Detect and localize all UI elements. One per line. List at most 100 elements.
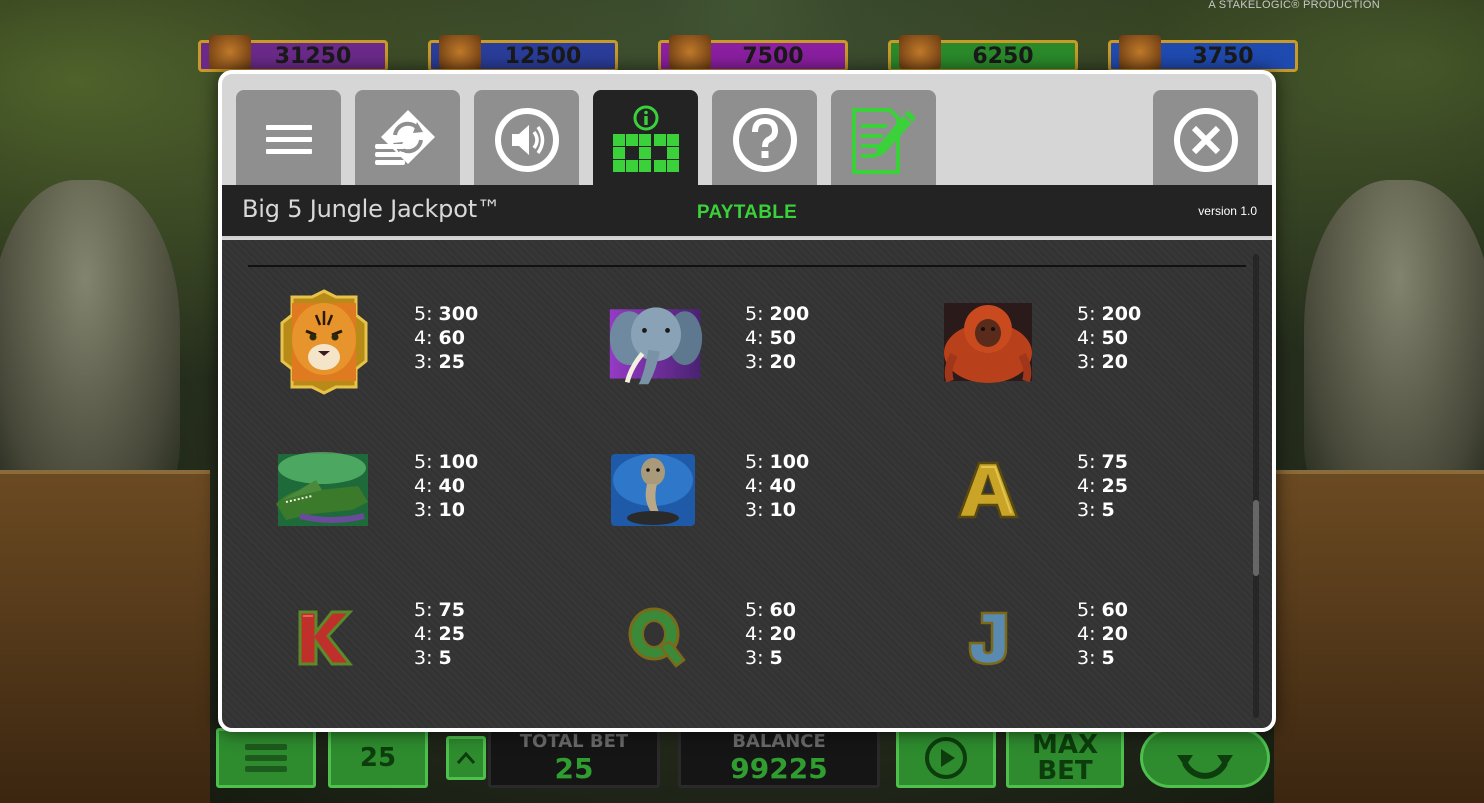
- jackpot-bar-3: 7500: [658, 35, 848, 72]
- autoplay-button[interactable]: [896, 728, 996, 788]
- payout-value: 5: [769, 647, 783, 669]
- payout-count: 3:: [1077, 351, 1096, 373]
- payout-line: 4: 50: [745, 326, 875, 350]
- payout-count: 5:: [745, 599, 764, 621]
- payout-line: 3: 5: [1077, 646, 1207, 670]
- q-letter-symbol-icon: [628, 607, 686, 668]
- payout-line: 5: 100: [414, 450, 544, 474]
- payout-line: 3: 10: [414, 498, 544, 522]
- k-symbol: [274, 588, 374, 688]
- history-icon: [851, 107, 916, 174]
- bet-up-button[interactable]: [446, 736, 486, 780]
- total-bet-display: TOTAL BET 25: [488, 728, 660, 788]
- spin-button[interactable]: [1140, 728, 1270, 788]
- tab-menu[interactable]: [236, 90, 341, 189]
- balance-value: 99225: [730, 752, 828, 785]
- chevron-up-icon: [456, 751, 476, 764]
- tab-autoplay[interactable]: [355, 90, 460, 189]
- payout-line: 5: 200: [745, 302, 875, 326]
- payout-value: 20: [769, 623, 796, 645]
- payout-count: 5:: [1077, 451, 1096, 473]
- lines-button[interactable]: 25: [328, 728, 428, 788]
- payout-value: 300: [438, 303, 479, 325]
- tiger-symbol: [274, 289, 374, 395]
- a-payouts: 5: 75 4: 25 3: 5: [1077, 450, 1207, 522]
- payout-count: 5:: [1077, 303, 1096, 325]
- payout-value: 20: [769, 351, 796, 373]
- payout-line: 5: 60: [1077, 598, 1207, 622]
- payout-count: 4:: [1077, 623, 1096, 645]
- left-pillar: [0, 470, 210, 803]
- q-symbol: [606, 588, 706, 688]
- scrollbar-thumb[interactable]: [1253, 500, 1259, 576]
- payout-count: 5:: [745, 303, 764, 325]
- j-payouts: 5: 60 4: 20 3: 5: [1077, 598, 1207, 670]
- jackpot-bar-1: 31250: [198, 35, 388, 72]
- payout-count: 4:: [745, 327, 764, 349]
- balance-label: BALANCE: [732, 731, 826, 752]
- close-button[interactable]: [1153, 90, 1258, 189]
- a-letter-symbol-icon: [957, 461, 1019, 519]
- tab-paytable[interactable]: [593, 90, 698, 189]
- payout-line: 3: 5: [414, 646, 544, 670]
- q-payouts: 5: 60 4: 20 3: 5: [745, 598, 875, 670]
- scrollbar-track[interactable]: [1253, 254, 1259, 718]
- j-letter-symbol-icon: [968, 611, 1008, 666]
- payout-value: 40: [769, 475, 796, 497]
- lines-value: 25: [359, 743, 397, 773]
- studio-credit: A STAKELOGIC® PRODUCTION: [1208, 0, 1380, 11]
- play-icon: [925, 737, 967, 779]
- tab-history[interactable]: [831, 90, 936, 189]
- payout-count: 3:: [1077, 647, 1096, 669]
- max-bet-button[interactable]: MAX BET: [1006, 728, 1124, 788]
- game-menu-button[interactable]: [216, 728, 316, 788]
- payout-count: 3:: [745, 647, 764, 669]
- payout-count: 5:: [1077, 599, 1096, 621]
- autoplay-icon: [374, 109, 435, 165]
- total-bet-label: TOTAL BET: [519, 731, 629, 752]
- payout-line: 5: 200: [1077, 302, 1207, 326]
- payout-line: 4: 60: [414, 326, 544, 350]
- jackpot-bar-2: 12500: [428, 35, 618, 72]
- payout-value: 100: [438, 451, 479, 473]
- payout-value: 5: [438, 647, 452, 669]
- left-statue: [0, 180, 180, 510]
- help-icon: [732, 107, 797, 172]
- sound-icon: [494, 107, 559, 172]
- payout-count: 4:: [745, 475, 764, 497]
- jackpot-bar-5: 3750: [1108, 35, 1298, 72]
- section-title: PAYTABLE: [696, 202, 798, 223]
- payout-value: 60: [438, 327, 465, 349]
- tiger-symbol-icon: [280, 289, 368, 395]
- jackpot-value: 6250: [972, 43, 1034, 69]
- payout-value: 20: [1101, 623, 1128, 645]
- close-icon: [1173, 107, 1238, 172]
- payout-line: 5: 75: [414, 598, 544, 622]
- crocodile-jackpot-icon: [899, 35, 941, 69]
- payout-value: 25: [438, 623, 465, 645]
- right-statue: [1304, 180, 1484, 510]
- payout-line: 4: 20: [745, 622, 875, 646]
- payout-line: 3: 10: [745, 498, 875, 522]
- paytable-modal: Big 5 Jungle Jackpot™ PAYTABLE version 1…: [218, 70, 1276, 732]
- crocodile-symbol-icon: [276, 452, 368, 526]
- paytable-icon: [612, 105, 679, 172]
- k-payouts: 5: 75 4: 25 3: 5: [414, 598, 544, 670]
- payout-line: 5: 75: [1077, 450, 1207, 474]
- payout-count: 5:: [745, 451, 764, 473]
- tab-sound[interactable]: [474, 90, 579, 189]
- k-letter-symbol-icon: [298, 610, 354, 666]
- elephant-symbol: [606, 292, 706, 392]
- payout-value: 200: [1101, 303, 1142, 325]
- payout-count: 4:: [745, 623, 764, 645]
- payout-value: 5: [1101, 499, 1115, 521]
- payout-count: 4:: [414, 475, 433, 497]
- elephant-payouts: 5: 200 4: 50 3: 20: [745, 302, 875, 374]
- payout-count: 3:: [414, 499, 433, 521]
- elephant-jackpot-icon: [439, 35, 481, 69]
- crocodile-payouts: 5: 100 4: 40 3: 10: [414, 450, 544, 522]
- payout-line: 3: 20: [1077, 350, 1207, 374]
- a-symbol: [938, 440, 1038, 540]
- cobra-symbol: [603, 440, 703, 540]
- tab-help[interactable]: [712, 90, 817, 189]
